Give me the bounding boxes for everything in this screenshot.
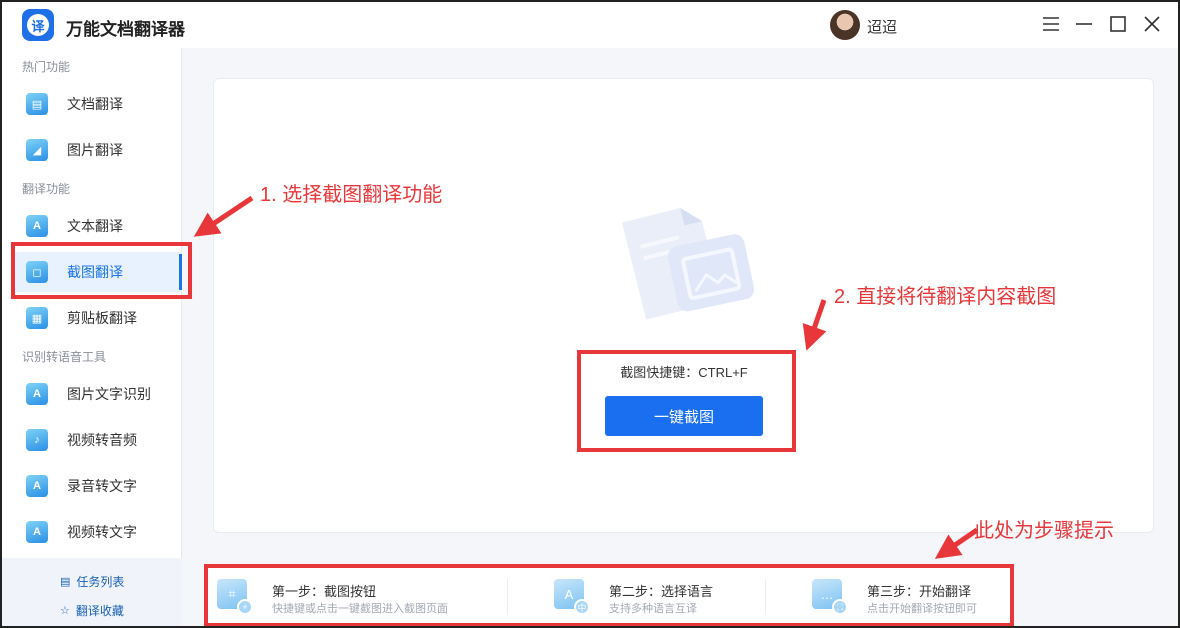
app-logo: 译 (22, 9, 54, 41)
annotation-step2-text: 2. 直接将待翻译内容截图 (834, 286, 1057, 308)
sidebar-item-image-translate[interactable]: ◢ 图片翻译 (14, 130, 182, 170)
sidebar-item-label: 图片翻译 (67, 142, 123, 158)
sidebar-item-text-translate[interactable]: A 文本翻译 (14, 206, 182, 246)
annotation-box-sidebar (11, 242, 192, 299)
app-title: 万能文档翻译器 (66, 20, 185, 39)
section-label-hot: 热门功能 (22, 60, 71, 74)
sidebar-item-label: 图片文字识别 (67, 386, 151, 402)
sidebar-item-document-translate[interactable]: ▤ 文档翻译 (14, 84, 182, 124)
recording-icon: A (26, 475, 48, 497)
sidebar-item-video-to-text[interactable]: A 视频转文字 (14, 512, 182, 552)
section-label-translate: 翻译功能 (22, 182, 71, 196)
user-name[interactable]: 迢迢 (867, 16, 897, 37)
sidebar-item-video-to-audio[interactable]: ♪ 视频转音频 (14, 420, 182, 460)
sidebar-item-label: 视频转音频 (67, 432, 137, 448)
text-icon: A (26, 215, 48, 237)
sidebar-bottom: ▤ 任务列表 ☆ 翻译收藏 (2, 558, 182, 626)
sidebar-item-label: 录音转文字 (67, 478, 137, 494)
document-icon: ▤ (26, 93, 48, 115)
sidebar-item-clipboard-translate[interactable]: ▦ 剪贴板翻译 (14, 298, 182, 338)
app-logo-mark: 译 (27, 14, 49, 36)
video-text-icon: A (26, 521, 48, 543)
user-avatar[interactable] (830, 10, 860, 40)
favorites-link[interactable]: ☆ 翻译收藏 (60, 602, 124, 619)
video-icon: ♪ (26, 429, 48, 451)
sidebar-item-label: 文档翻译 (67, 96, 123, 112)
sidebar: 热门功能 ▤ 文档翻译 ◢ 图片翻译 翻译功能 A 文本翻译 ◻ 截图翻译 ▦ … (2, 48, 182, 626)
star-icon: ☆ (60, 605, 70, 617)
image-icon: ◢ (26, 139, 48, 161)
annotation-box-capture (577, 350, 796, 452)
section-label-tools: 识别转语音工具 (22, 350, 107, 364)
maximize-icon[interactable] (1106, 12, 1130, 36)
sidebar-item-label: 剪贴板翻译 (67, 310, 137, 326)
annotation-step1-text: 1. 选择截图翻译功能 (260, 184, 443, 206)
minimize-icon[interactable] (1072, 12, 1096, 36)
annotation-box-steps (204, 564, 1014, 626)
arrow-to-steps (934, 527, 979, 559)
sidebar-item-ocr[interactable]: A 图片文字识别 (14, 374, 182, 414)
annotation-steps-hint-text: 此处为步骤提示 (974, 520, 1114, 542)
ocr-icon: A (26, 383, 48, 405)
clipboard-icon: ▦ (26, 307, 48, 329)
app-window: 译 万能文档翻译器 迢迢 热门功能 ▤ 文档翻译 ◢ 图片翻译 翻译功能 A 文… (0, 0, 1180, 628)
list-icon: ▤ (60, 576, 71, 588)
sidebar-item-label: 视频转文字 (67, 524, 137, 540)
sidebar-item-recording-to-text[interactable]: A 录音转文字 (14, 466, 182, 506)
screenshot-illustration-icon (622, 208, 755, 320)
title-bar: 译 万能文档翻译器 迢迢 (2, 2, 1178, 48)
task-list-label: 任务列表 (76, 575, 125, 589)
task-list-link[interactable]: ▤ 任务列表 (60, 573, 124, 590)
sidebar-item-label: 文本翻译 (67, 218, 123, 234)
menu-icon[interactable] (1039, 12, 1063, 36)
favorites-label: 翻译收藏 (75, 604, 124, 618)
close-icon[interactable] (1140, 12, 1164, 36)
